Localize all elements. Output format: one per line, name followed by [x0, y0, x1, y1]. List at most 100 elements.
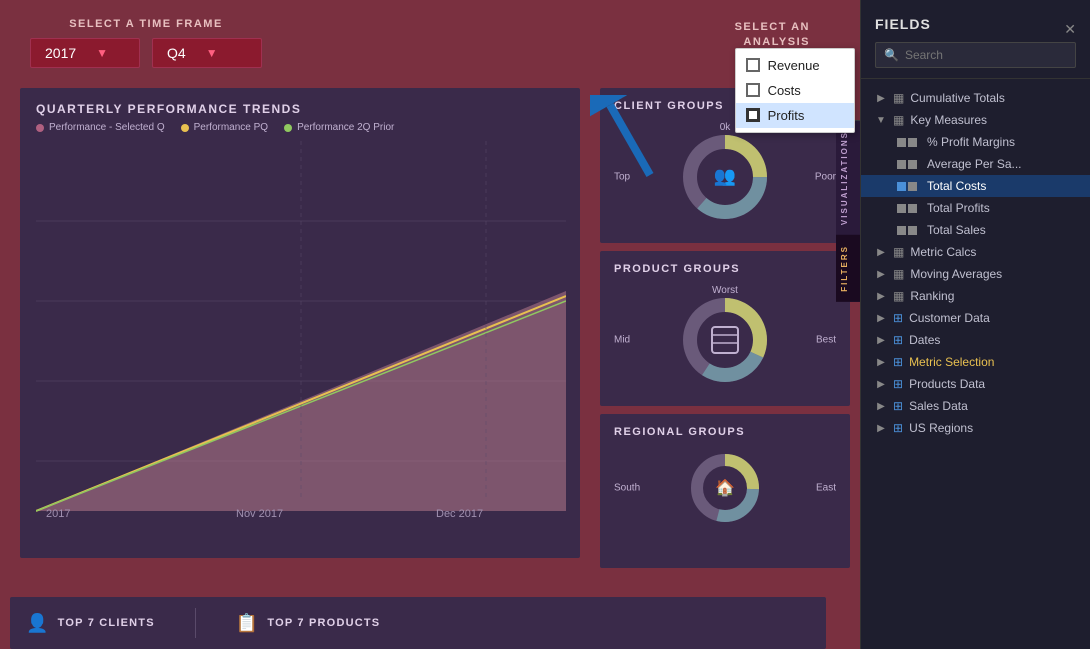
- expand-metric-selection[interactable]: ▶: [875, 357, 887, 368]
- year-value: 2017: [45, 45, 76, 61]
- visualizations-tab[interactable]: VISUALIZATIONS: [836, 120, 860, 235]
- expand-dates[interactable]: ▶: [875, 335, 887, 346]
- quarter-dropdown[interactable]: Q4 ▼: [152, 38, 262, 68]
- field-icons-4: [897, 204, 917, 213]
- clients-label: TOP 7 CLIENTS: [58, 617, 155, 629]
- regional-groups-title: REGIONAL GROUPS: [614, 426, 836, 438]
- tree-item-metric-calcs[interactable]: ▶ ▦ Metric Calcs: [861, 241, 1090, 263]
- tree-child-total-costs[interactable]: Total Costs: [861, 175, 1090, 197]
- quarterly-chart-svg: 2017 Nov 2017 Dec 2017: [36, 141, 566, 521]
- bottom-products: 📋 TOP 7 PRODUCTS: [236, 613, 381, 634]
- key-measures-label: Key Measures: [910, 113, 987, 127]
- expand-us-regions[interactable]: ▶: [875, 423, 887, 434]
- costs-checkbox[interactable]: [746, 83, 760, 97]
- profits-checkbox[interactable]: [746, 108, 760, 122]
- expand-customer-data[interactable]: ▶: [875, 313, 887, 324]
- legend-item-2: Performance PQ: [181, 122, 268, 133]
- filters-tab[interactable]: FILTERS: [836, 235, 860, 302]
- tree-child-profit-margins[interactable]: % Profit Margins: [861, 131, 1090, 153]
- legend-item-3: Performance 2Q Prior: [284, 122, 394, 133]
- tree-child-avg-per-sale[interactable]: Average Per Sa...: [861, 153, 1090, 175]
- profits-label: Profits: [768, 108, 805, 123]
- client-donut-svg: 👥: [680, 132, 770, 222]
- fi3: [897, 160, 906, 169]
- search-input[interactable]: [905, 48, 1067, 62]
- tree-item-moving-averages[interactable]: ▶ ▦ Moving Averages: [861, 263, 1090, 285]
- svg-text:Dec 2017: Dec 2017: [436, 508, 483, 520]
- customer-data-label: Customer Data: [909, 311, 990, 325]
- total-sales-label: Total Sales: [927, 223, 986, 237]
- legend-dot-1: [36, 124, 44, 132]
- ranking-label: Ranking: [910, 289, 954, 303]
- product-left-label: Mid: [614, 335, 630, 346]
- chart-legend: Performance - Selected Q Performance PQ …: [36, 122, 564, 133]
- sidebar: FIELDS ✕ 🔍 ▶ ▦ Cumulative Totals ▼ ▦ Key…: [860, 0, 1090, 649]
- sidebar-title-row: FIELDS ✕: [875, 16, 1076, 42]
- metric-calcs-label: Metric Calcs: [910, 245, 976, 259]
- products-data-label: Products Data: [909, 377, 985, 391]
- viz-filters-tabs: VISUALIZATIONS FILTERS: [836, 120, 860, 302]
- tree-item-us-regions[interactable]: ▶ ⊞ US Regions: [861, 417, 1090, 439]
- legend-label-3: Performance 2Q Prior: [297, 122, 394, 133]
- avg-per-sale-label: Average Per Sa...: [927, 157, 1022, 171]
- products-label: TOP 7 PRODUCTS: [267, 617, 380, 629]
- tree-item-dates[interactable]: ▶ ⊞ Dates: [861, 329, 1090, 351]
- table-icon-sales-data: ⊞: [893, 399, 903, 413]
- sales-data-label: Sales Data: [909, 399, 968, 413]
- year-dropdown[interactable]: 2017 ▼: [30, 38, 140, 68]
- fi4: [908, 160, 917, 169]
- client-top-label: 0k: [720, 122, 731, 133]
- search-icon: 🔍: [884, 48, 899, 62]
- metric-profits[interactable]: Profits: [736, 103, 854, 128]
- product-donut-svg: [680, 295, 770, 385]
- metric-costs[interactable]: Costs: [736, 78, 854, 103]
- regional-left-label: South: [614, 483, 640, 494]
- table-icon-us-regions: ⊞: [893, 421, 903, 435]
- tree-child-total-sales[interactable]: Total Sales: [861, 219, 1090, 241]
- svg-text:2017: 2017: [46, 508, 70, 520]
- tree-item-products-data[interactable]: ▶ ⊞ Products Data: [861, 373, 1090, 395]
- quarterly-chart: QUARTERLY PERFORMANCE TRENDS Performance…: [20, 88, 580, 558]
- fi10: [908, 226, 917, 235]
- cumulative-totals-label: Cumulative Totals: [910, 91, 1005, 105]
- svg-text:Nov 2017: Nov 2017: [236, 508, 283, 520]
- product-donut-wrapper: Worst Best Mid: [614, 285, 836, 395]
- tree-item-sales-data[interactable]: ▶ ⊞ Sales Data: [861, 395, 1090, 417]
- search-box[interactable]: 🔍: [875, 42, 1076, 68]
- sidebar-close-button[interactable]: ✕: [1064, 21, 1076, 38]
- expand-products-data[interactable]: ▶: [875, 379, 887, 390]
- tree-child-total-profits[interactable]: Total Profits: [861, 197, 1090, 219]
- expand-key-measures[interactable]: ▼: [875, 115, 887, 126]
- expand-moving-averages[interactable]: ▶: [875, 269, 887, 280]
- expand-cumulative[interactable]: ▶: [875, 93, 887, 104]
- revenue-checkbox[interactable]: [746, 58, 760, 72]
- total-costs-label: Total Costs: [927, 179, 986, 193]
- quarter-value: Q4: [167, 45, 186, 61]
- tree-item-customer-data[interactable]: ▶ ⊞ Customer Data: [861, 307, 1090, 329]
- table-icon-moving-averages: ▦: [893, 267, 904, 281]
- tree-item-key-measures[interactable]: ▼ ▦ Key Measures: [861, 109, 1090, 131]
- field-icons-1: [897, 138, 917, 147]
- field-icons-3: [897, 182, 917, 191]
- legend-label-2: Performance PQ: [194, 122, 268, 133]
- regional-right-label: East: [816, 483, 836, 494]
- regional-donut-wrapper: South East 🏠: [614, 448, 836, 528]
- tree-item-metric-selection[interactable]: ▶ ⊞ Metric Selection: [861, 351, 1090, 373]
- checkbox-inner: [749, 111, 757, 119]
- fi2: [908, 138, 917, 147]
- metric-revenue[interactable]: Revenue: [736, 53, 854, 78]
- fi5: [897, 182, 906, 191]
- revenue-label: Revenue: [768, 58, 820, 73]
- expand-metric-calcs[interactable]: ▶: [875, 247, 887, 258]
- sidebar-title: FIELDS: [875, 16, 931, 32]
- expand-ranking[interactable]: ▶: [875, 291, 887, 302]
- metric-selection-label: Metric Selection: [909, 355, 994, 369]
- table-icon-products-data: ⊞: [893, 377, 903, 391]
- regional-donut-svg: 🏠: [690, 453, 760, 523]
- tree-item-ranking[interactable]: ▶ ▦ Ranking: [861, 285, 1090, 307]
- field-icons-2: [897, 160, 917, 169]
- tree-item-cumulative-totals[interactable]: ▶ ▦ Cumulative Totals: [861, 87, 1090, 109]
- expand-sales-data[interactable]: ▶: [875, 401, 887, 412]
- products-icon: 📋: [236, 613, 260, 634]
- charts-row: QUARTERLY PERFORMANCE TRENDS Performance…: [0, 88, 860, 568]
